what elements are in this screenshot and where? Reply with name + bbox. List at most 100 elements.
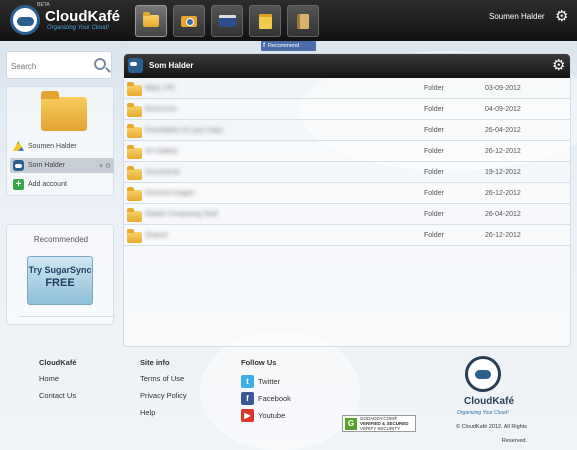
table-row[interactable]: Shared Folder 26-12-2012 [124, 226, 570, 246]
table-row[interactable]: Art Gallery Folder 26-12-2012 [124, 142, 570, 162]
facebook-icon: f [241, 392, 254, 405]
footer-link-contact-us[interactable]: Contact Us [39, 391, 77, 400]
cloudkafe-logo-icon[interactable] [10, 5, 40, 35]
add-account-button[interactable]: + Add account [10, 177, 114, 192]
footer-col-cloudkafe: CloudKafé Home Contact Us [39, 358, 77, 408]
file-browser-header: Som Halder ⚙ [124, 54, 570, 78]
account-options-icon[interactable]: ▾ ⚙ [99, 162, 111, 170]
file-type: Folder [424, 190, 444, 197]
file-name[interactable]: Foundation of Lazy Caps [145, 127, 223, 134]
facebook-recommend-button[interactable]: f Recommend [261, 41, 316, 51]
file-name[interactable]: Mobile Computing Stuff [145, 211, 218, 218]
youtube-icon: ▶ [241, 409, 254, 422]
accounts-panel: Soumen Halder Som Halder ▾ ⚙ + Add accou… [6, 86, 114, 196]
footer-link-twitter[interactable]: t Twitter [241, 374, 291, 389]
file-date: 04-09-2012 [485, 106, 521, 113]
file-name[interactable]: Shared [145, 232, 168, 239]
user-name[interactable]: Soumen Halder [489, 12, 545, 21]
document-icon [297, 13, 309, 29]
copyright-line2: Reserved. [501, 438, 527, 444]
add-icon: + [13, 179, 24, 190]
file-name[interactable]: General Images [145, 190, 195, 197]
file-type: Folder [424, 85, 444, 92]
top-bar: BETA CloudKafé Organizing Your Cloud! So… [0, 0, 577, 41]
table-row[interactable]: General Images Folder 26-12-2012 [124, 184, 570, 204]
footer-logo-text: CloudKafé [464, 396, 514, 407]
tab-documents[interactable] [287, 5, 319, 37]
search-icon[interactable] [94, 58, 106, 70]
folder-icon [127, 124, 142, 138]
footer-logo-tagline: Organizing Your Cloud! [457, 410, 509, 416]
page-title: Som Halder [149, 61, 194, 70]
file-type: Folder [424, 127, 444, 134]
file-type: Folder [424, 148, 444, 155]
file-browser-panel: Som Halder ⚙ Mais LPC Folder 03-09-2012 Bro… [123, 53, 571, 347]
footer-link-home[interactable]: Home [39, 374, 77, 383]
file-date: 26-04-2012 [485, 127, 521, 134]
note-icon [258, 13, 272, 29]
app-name[interactable]: CloudKafé [45, 8, 120, 25]
tab-notes[interactable] [249, 5, 281, 37]
file-date: 19-12-2012 [485, 169, 521, 176]
tab-videos[interactable] [211, 5, 243, 37]
godaddy-verified-badge[interactable]: G GODADDY.COM® VERIFIED & SECURED VERIFY… [342, 415, 416, 432]
recommend-label: Recommend [268, 43, 300, 49]
folder-icon [127, 82, 142, 96]
file-name[interactable]: Art Gallery [145, 148, 178, 155]
recommended-panel: Recommended Try SugarSync FREE [6, 224, 115, 325]
gear-icon[interactable]: ⚙ [552, 58, 565, 73]
folder-icon [127, 103, 142, 117]
footer-heading: Site info [140, 358, 170, 367]
file-type: Folder [424, 232, 444, 239]
footer-link-privacy[interactable]: Privacy Policy [140, 391, 187, 400]
table-row[interactable]: Mobile Computing Stuff Folder 26-04-2012 [124, 205, 570, 225]
divider [19, 316, 115, 317]
twitter-label: Twitter [258, 377, 281, 386]
account-item-som-halder[interactable]: Som Halder ▾ ⚙ [10, 158, 114, 173]
folder-icon [127, 229, 142, 243]
footer-link-facebook[interactable]: f Facebook [241, 391, 291, 406]
file-name[interactable]: Brochures [145, 106, 177, 113]
account-label: Som Halder [28, 162, 65, 169]
tab-photos[interactable] [173, 5, 205, 37]
file-type: Folder [424, 211, 444, 218]
file-date: 26-04-2012 [485, 211, 521, 218]
table-row[interactable]: Mais LPC Folder 03-09-2012 [124, 79, 570, 99]
godaddy-line3: VERIFY SECURITY [360, 426, 401, 431]
copyright: © CloudKafé 2012. All Rights Reserved. [447, 420, 527, 448]
footer-link-terms[interactable]: Terms of Use [140, 374, 187, 383]
account-item-soumen-halder[interactable]: Soumen Halder [10, 139, 114, 154]
file-type: Folder [424, 169, 444, 176]
tab-files[interactable] [135, 5, 167, 37]
account-label: Soumen Halder [28, 143, 77, 150]
footer-link-help[interactable]: Help [140, 408, 187, 417]
sugarsync-ad-banner[interactable]: Try SugarSync FREE [27, 256, 93, 305]
footer-heading: CloudKafé [39, 358, 77, 367]
search-input[interactable] [11, 58, 91, 74]
ad-line1: Try SugarSync [28, 265, 92, 275]
footer-col-site-info: Site info Terms of Use Privacy Policy He… [140, 358, 187, 425]
google-drive-icon [13, 141, 24, 151]
footer-heading: Follow Us [241, 358, 277, 367]
footer-col-follow-us: Follow Us t Twitter f Facebook ▶ Youtube [241, 358, 291, 425]
folder-icon [127, 145, 142, 159]
table-row[interactable]: Documents Folder 19-12-2012 [124, 163, 570, 183]
search-box [6, 51, 112, 79]
file-date: 26-12-2012 [485, 190, 521, 197]
gear-icon[interactable]: ⚙ [555, 9, 568, 24]
recommended-title: Recommended [33, 235, 89, 244]
app-tagline: Organizing Your Cloud! [47, 25, 109, 31]
table-row[interactable]: Brochures Folder 04-09-2012 [124, 100, 570, 120]
folder-icon [143, 12, 159, 27]
folder-icon [127, 187, 142, 201]
twitter-icon: t [241, 375, 254, 388]
file-name[interactable]: Documents [145, 169, 180, 176]
file-name[interactable]: Mais LPC [145, 85, 175, 92]
table-row[interactable]: Foundation of Lazy Caps Folder 26-04-2012 [124, 121, 570, 141]
facebook-label: Facebook [258, 394, 291, 403]
file-type: Folder [424, 106, 444, 113]
copyright-line1: © CloudKafé 2012. All Rights [455, 424, 527, 430]
cloudkafe-footer-logo-icon [465, 356, 501, 392]
footer-link-youtube[interactable]: ▶ Youtube [241, 408, 291, 423]
cloudkafe-icon [13, 160, 24, 171]
